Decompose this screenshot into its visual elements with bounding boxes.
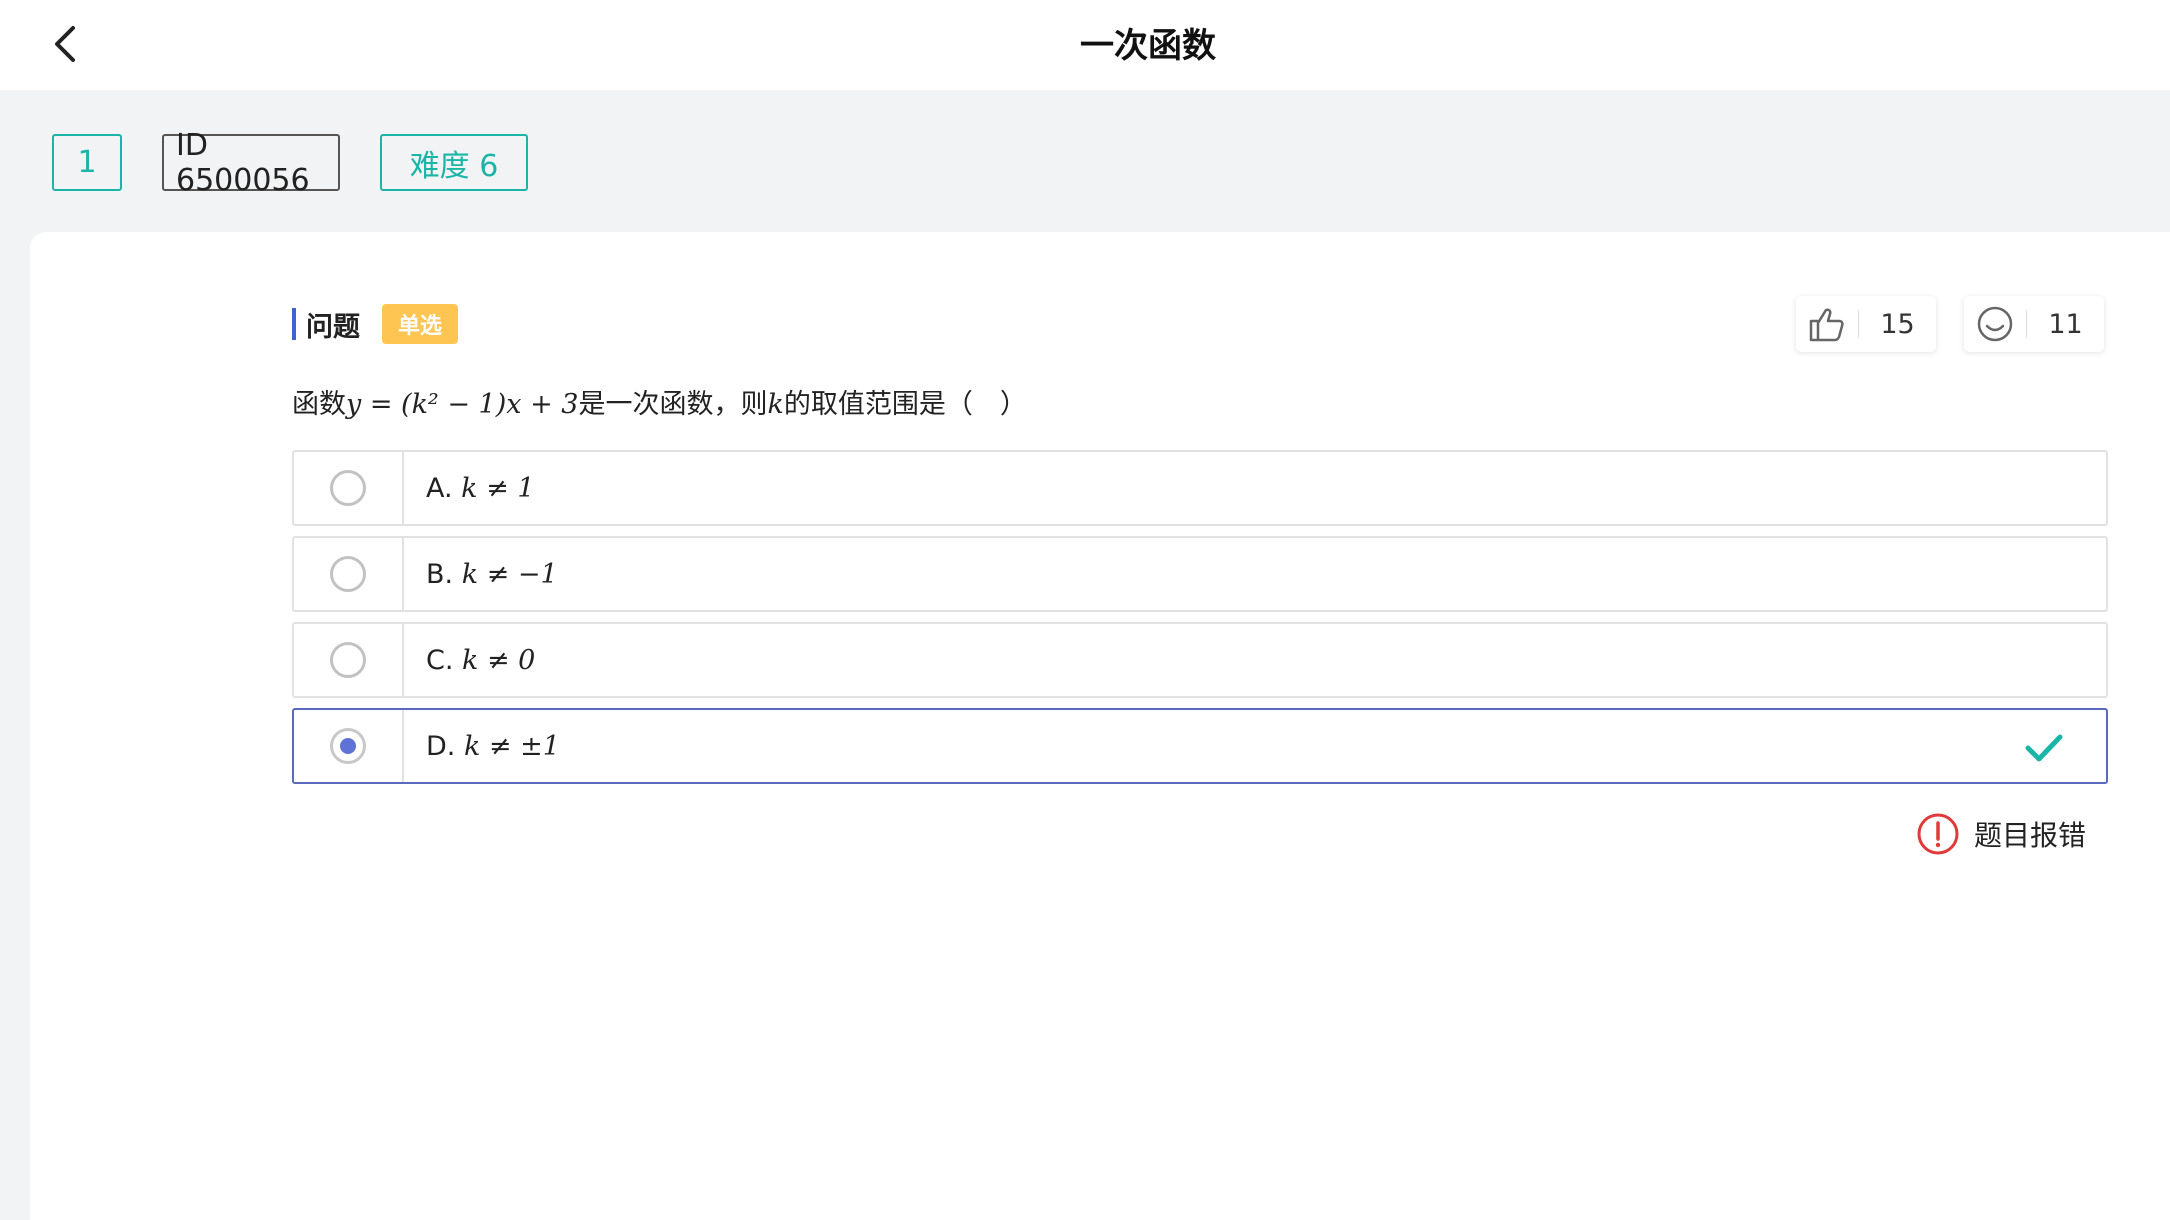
stats-group: 15 11 <box>1796 296 2104 352</box>
section-label: 问题 <box>306 311 360 343</box>
page-title: 一次函数 <box>1080 25 1216 66</box>
stem-variable: k <box>767 389 784 420</box>
report-error-label: 题目报错 <box>1973 819 2086 852</box>
options-list: A. k ≠ 1 B. k ≠ −1 C. k ≠ 0 D. k ≠ ±1 <box>292 450 2108 794</box>
option-text: k ≠ ±1 <box>463 730 560 762</box>
question-card: 问题 单选 15 11 函数y = (k² − 1)x + 3是一次函数，则k的… <box>30 232 2170 1220</box>
radio-button[interactable] <box>330 556 366 592</box>
stem-text-2: 的取值范围是（ ） <box>783 389 1027 420</box>
option-letter: D. <box>426 730 456 762</box>
report-error-button[interactable]: 题目报错 <box>1916 812 2086 856</box>
option-text: k ≠ 1 <box>461 472 535 504</box>
option-letter: B. <box>426 558 454 590</box>
top-bar: 一次函数 <box>0 0 2170 90</box>
question-id-tag: ID 6500056 <box>162 128 340 198</box>
question-type-badge: 单选 <box>382 304 459 344</box>
radio-button[interactable] <box>330 642 366 678</box>
comment-count: 11 <box>2048 308 2083 340</box>
question-header: 问题 单选 <box>292 304 459 344</box>
option-letter: A. <box>426 472 453 504</box>
like-button[interactable]: 15 <box>1796 296 1936 352</box>
stem-prefix: 函数 <box>292 389 346 420</box>
option-d[interactable]: D. k ≠ ±1 <box>292 708 2108 784</box>
radio-button[interactable] <box>330 470 366 506</box>
checkmark-icon <box>2025 734 2063 762</box>
back-arrow-icon <box>55 26 75 62</box>
option-letter: C. <box>426 644 454 676</box>
thumbs-up-icon <box>1809 308 1844 342</box>
option-text: k ≠ 0 <box>462 644 536 676</box>
back-button[interactable] <box>40 18 92 70</box>
exclamation-circle-icon <box>1917 813 1959 855</box>
question-number-tag: 1 <box>52 134 122 191</box>
tag-row: 1 ID 6500056 难度 6 <box>52 128 528 198</box>
radio-button-selected[interactable] <box>330 728 366 764</box>
question-stem: 函数y = (k² − 1)x + 3是一次函数，则k的取值范围是（ ） <box>292 382 1027 421</box>
comment-button[interactable]: 11 <box>1964 296 2104 352</box>
option-b[interactable]: B. k ≠ −1 <box>292 536 2108 612</box>
option-text: k ≠ −1 <box>461 558 558 590</box>
smiley-icon <box>1977 306 2013 342</box>
stem-text-1: 是一次函数，则 <box>578 389 768 420</box>
like-count: 15 <box>1880 308 1915 340</box>
section-marker <box>292 308 296 340</box>
option-c[interactable]: C. k ≠ 0 <box>292 622 2108 698</box>
option-a[interactable]: A. k ≠ 1 <box>292 450 2108 526</box>
stem-formula: y = (k² − 1)x + 3 <box>346 389 579 420</box>
difficulty-tag: 难度 6 <box>380 134 528 191</box>
